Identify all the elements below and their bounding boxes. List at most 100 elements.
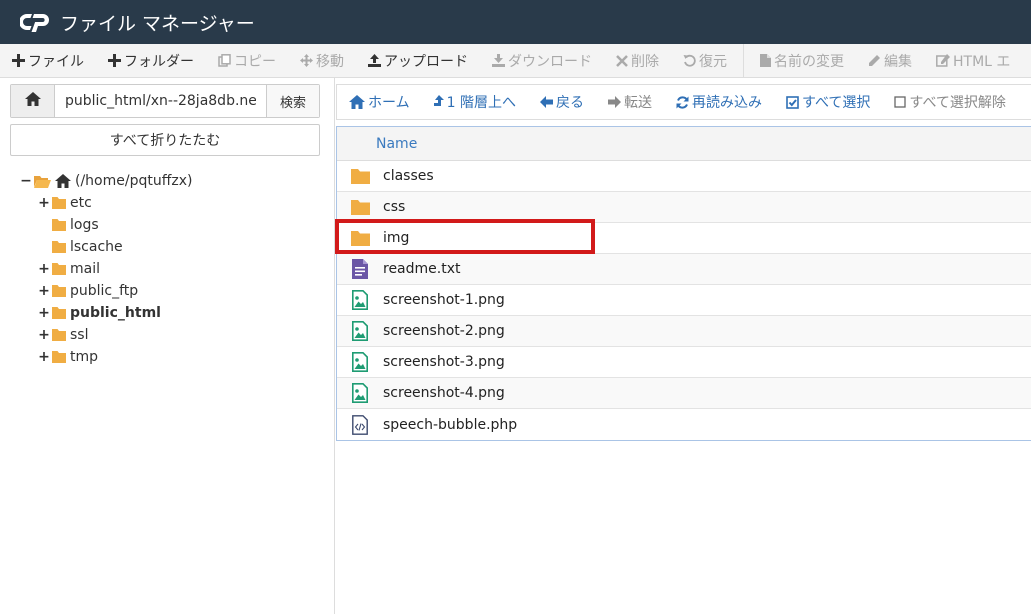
download-label: ダウンロード (508, 53, 592, 70)
table-row[interactable]: screenshot-4.png (337, 378, 1031, 409)
up-one-level-label: 1 階層上へ (446, 95, 516, 111)
file-name: css (383, 199, 406, 215)
select-all-button[interactable]: すべて選択 (774, 85, 882, 119)
new-folder-button[interactable]: フォルダー (96, 44, 206, 77)
home-label: ホーム (368, 95, 410, 111)
text-file-icon (337, 259, 383, 279)
tree-item-label: lscache (70, 239, 123, 255)
upload-icon (368, 54, 381, 67)
code-file-icon (337, 414, 383, 435)
tree-item-label: (/home/pqtuffzx) (75, 173, 193, 189)
deselect-all-label: すべて選択解除 (909, 95, 1006, 111)
expand-toggle[interactable]: + (38, 195, 50, 211)
tree-item-label: public_ftp (70, 283, 139, 299)
upload-label: アップロード (384, 53, 468, 70)
tree-item-ssl[interactable]: + ssl (38, 324, 88, 346)
home-icon (349, 95, 365, 109)
html-edit-button[interactable]: HTML エ (924, 44, 1022, 77)
checked-box-icon (786, 95, 799, 109)
go-button[interactable]: 検索 (266, 85, 319, 117)
expand-toggle[interactable]: + (38, 349, 50, 365)
tree-item-public-ftp[interactable]: + public_ftp (38, 280, 138, 302)
reload-button[interactable]: 再読み込み (664, 85, 774, 119)
plus-icon (108, 54, 121, 67)
table-row[interactable]: img (337, 223, 1031, 254)
cpanel-logo-icon (20, 10, 52, 34)
restore-icon (683, 54, 696, 67)
forward-label: 転送 (623, 95, 652, 111)
refresh-icon (676, 95, 689, 109)
tree-item-etc[interactable]: + etc (38, 192, 92, 214)
tree-item-logs[interactable]: logs (38, 214, 99, 236)
back-button[interactable]: 戻る (528, 85, 596, 119)
tree-item-label: mail (70, 261, 100, 277)
up-one-level-button[interactable]: 1 階層上へ (422, 85, 528, 119)
tree-item-home[interactable]: − (/home/pqtuffzx) (20, 170, 192, 192)
table-row[interactable]: screenshot-1.png (337, 285, 1031, 316)
folder-icon (337, 168, 383, 184)
folder-open-icon (34, 175, 51, 188)
collapse-all-button[interactable]: すべて折りたたむ (10, 124, 320, 156)
home-button[interactable]: ホーム (337, 85, 422, 119)
folder-icon (337, 230, 383, 246)
file-name: img (383, 230, 410, 246)
edit-label: 編集 (884, 53, 912, 70)
table-row[interactable]: speech-bubble.php (337, 409, 1031, 440)
arrow-right-icon (607, 96, 621, 108)
html-edit-icon (936, 54, 950, 67)
home-directory-button[interactable] (11, 85, 55, 117)
tree-item-tmp[interactable]: + tmp (38, 346, 98, 368)
new-folder-label: フォルダー (124, 53, 194, 70)
delete-label: 削除 (631, 53, 659, 70)
directory-panel: 検索 すべて折りたたむ − (/home/pqtuffzx) + etc log… (0, 78, 335, 614)
deselect-all-button[interactable]: すべて選択解除 (882, 85, 1017, 119)
file-name: screenshot-4.png (383, 385, 505, 401)
table-row[interactable]: css (337, 192, 1031, 223)
plus-icon (12, 54, 25, 67)
title-bar: ファイル マネージャー (0, 0, 1031, 44)
file-name: readme.txt (383, 261, 461, 277)
copy-button[interactable]: コピー (206, 44, 288, 77)
file-name: screenshot-1.png (383, 292, 505, 308)
edit-button[interactable]: 編集 (856, 44, 924, 77)
forward-button[interactable]: 転送 (596, 85, 664, 119)
delete-button[interactable]: 削除 (604, 44, 671, 77)
move-icon (300, 54, 313, 67)
tree-item-lscache[interactable]: lscache (38, 236, 123, 258)
new-file-button[interactable]: ファイル (0, 44, 96, 77)
folder-icon (52, 307, 66, 319)
move-button[interactable]: 移動 (288, 44, 356, 77)
main-toolbar: ファイル フォルダー コピー 移動 アップロード ダウンロード 削除 復元 名前… (0, 44, 1031, 78)
file-name: speech-bubble.php (383, 416, 518, 433)
folder-icon (52, 219, 66, 231)
download-button[interactable]: ダウンロード (480, 44, 604, 77)
tree-item-public-html[interactable]: + public_html (38, 302, 161, 324)
move-label: 移動 (316, 53, 344, 70)
table-row[interactable]: classes (337, 161, 1031, 192)
file-list-table: Name classes css img readme.txt screensh… (336, 126, 1031, 441)
table-row[interactable]: screenshot-2.png (337, 316, 1031, 347)
back-label: 戻る (555, 95, 584, 111)
new-file-label: ファイル (28, 53, 84, 70)
image-file-icon (337, 383, 383, 403)
collapse-toggle[interactable]: − (20, 173, 32, 189)
image-file-icon (337, 290, 383, 310)
rename-button[interactable]: 名前の変更 (748, 44, 856, 77)
expand-toggle[interactable]: + (38, 283, 50, 299)
file-name: classes (383, 168, 434, 184)
expand-toggle[interactable]: + (38, 327, 50, 343)
folder-icon (52, 241, 66, 253)
unchecked-box-icon (894, 96, 907, 108)
table-row[interactable]: screenshot-3.png (337, 347, 1031, 378)
upload-button[interactable]: アップロード (356, 44, 480, 77)
restore-button[interactable]: 復元 (671, 44, 739, 77)
tree-item-label: etc (70, 195, 92, 211)
table-row[interactable]: readme.txt (337, 254, 1031, 285)
tree-item-mail[interactable]: + mail (38, 258, 100, 280)
expand-toggle[interactable]: + (38, 261, 50, 277)
arrow-left-icon (539, 96, 553, 108)
expand-toggle[interactable]: + (38, 305, 50, 321)
name-column-header[interactable]: Name (337, 127, 1031, 161)
image-file-icon (337, 321, 383, 341)
path-input[interactable] (55, 85, 266, 117)
